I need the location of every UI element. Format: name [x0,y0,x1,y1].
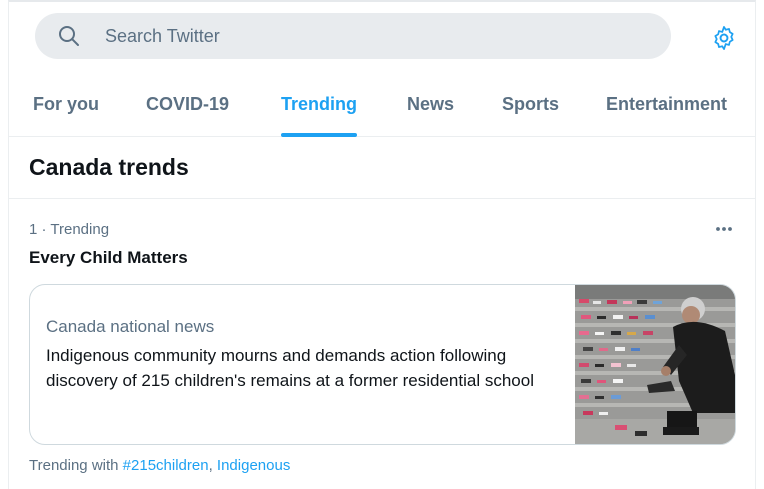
related-topic-link[interactable]: Indigenous [217,457,290,474]
news-source: Canada national news [46,317,215,336]
active-tab-indicator [281,133,357,137]
explore-tabs: For you COVID-19 Trending News Sports En… [9,74,755,137]
trending-with-row: Trending with #215children, Indigenous [29,457,290,474]
search-input[interactable] [105,13,645,59]
tab-entertainment[interactable]: Entertainment [606,74,727,137]
search-row [9,2,755,74]
tab-for-you[interactable]: For you [33,74,99,137]
tab-label: For you [33,94,99,114]
tab-label: Trending [281,94,357,114]
tab-label: News [407,94,455,114]
hashtag-link[interactable]: #215children [123,457,209,474]
tab-label: Entertainment [606,94,728,114]
separator: , [208,457,213,474]
search-icon [59,26,79,46]
tab-trending[interactable]: Trending [281,74,357,137]
tab-label: Sports [502,94,560,114]
tab-news[interactable]: News [407,74,454,137]
news-headline: Indigenous community mourns and demands … [46,346,534,390]
section-title: Canada trends [29,154,189,180]
search-box[interactable] [35,13,671,59]
news-card[interactable]: Canada national news Indigenous communit… [29,284,736,445]
trend-rank-meta: 1 · Trending [29,221,110,238]
trending-with-label: Trending with [29,457,119,474]
tab-label: COVID-19 [146,94,230,114]
tab-covid-19[interactable]: COVID-19 [146,74,229,137]
gear-icon[interactable] [711,25,737,51]
news-thumbnail-image [575,285,735,444]
trend-name[interactable]: Every Child Matters [29,248,188,268]
more-horizontal-icon[interactable] [713,219,735,239]
tab-sports[interactable]: Sports [502,74,559,137]
explore-panel: For you COVID-19 Trending News Sports En… [8,0,756,489]
section-header: Canada trends [9,138,755,199]
